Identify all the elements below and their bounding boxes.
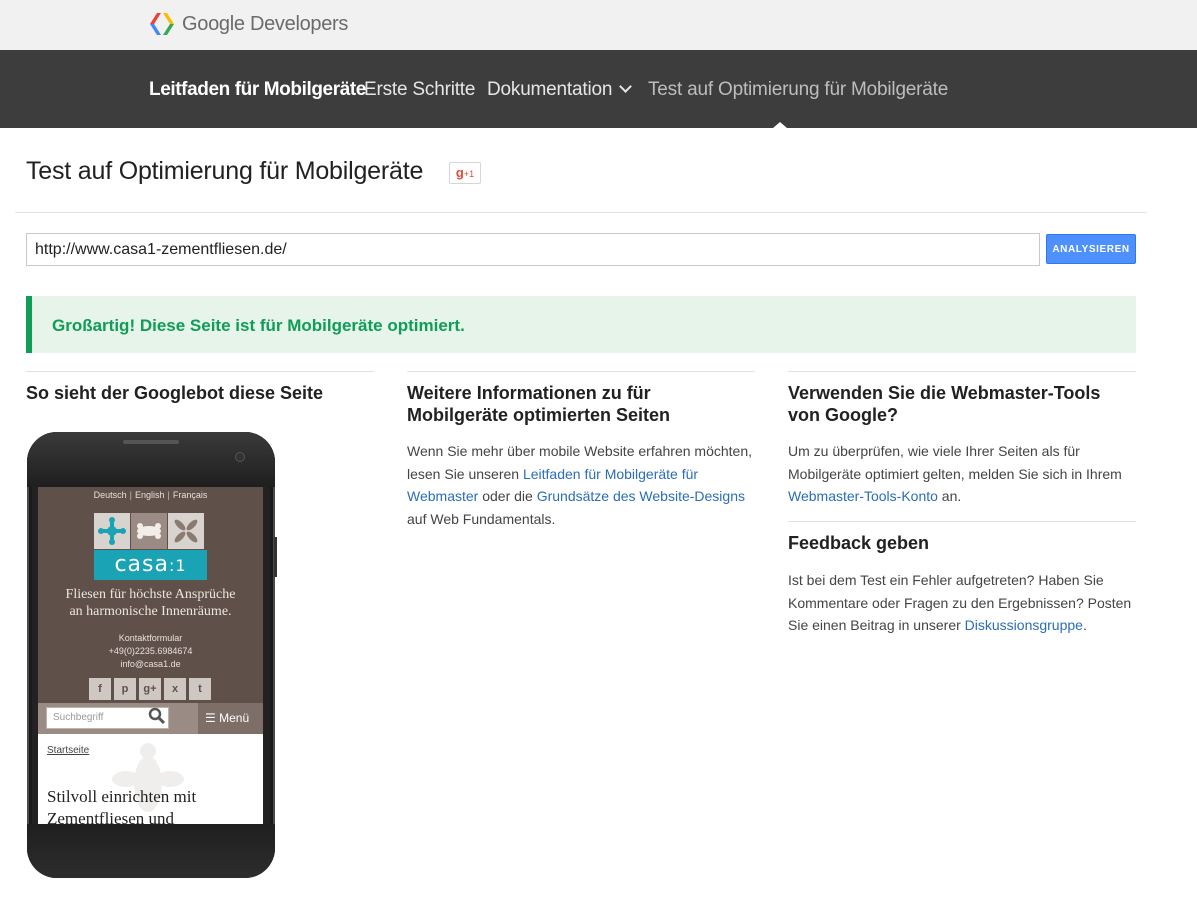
feedback-heading: Feedback geben [788, 533, 930, 553]
preview-headline-line-2: Zementfliesen und [47, 809, 174, 824]
info-text: oder die [478, 488, 537, 504]
googlebot-heading: So sieht der Googlebot diese Seite [26, 383, 324, 403]
gplus-icon: g [455, 165, 464, 180]
tagline-line-1: Fliesen für höchste Ansprüche [65, 587, 236, 602]
menu-label: Menü [219, 711, 250, 725]
contact-form-link: Kontaktformular [118, 633, 183, 643]
info-text: auf Web Fundamentals. [407, 510, 556, 527]
title-divider [15, 212, 1147, 213]
nav-item-dokumentation[interactable]: Dokumentation [487, 79, 633, 101]
breadcrumb: Startseite [47, 745, 90, 756]
webmaster-heading: Verwenden Sie die Webmaster-Tools von Go… [788, 383, 1101, 425]
preview-menu-button: ☰ Menü [198, 703, 263, 734]
gplus-count: +1 [463, 169, 475, 179]
gplus-button[interactable]: g+1 [449, 162, 481, 184]
twitter-icon: t [189, 678, 211, 700]
google-developers-logo[interactable]: Google Developers [148, 11, 348, 37]
preview-headline-line-1: Stilvoll einrichten mit [47, 787, 197, 806]
logo-text: Google Developers [182, 13, 349, 35]
brand-suffix: :1 [168, 556, 187, 575]
ornament-tile-icon [131, 513, 167, 549]
preview-search-bar: Suchbegriff ☰ Menü [38, 703, 263, 734]
contact-phone: +49(0)2235.6984674 [108, 646, 193, 656]
column-divider [788, 371, 1136, 372]
social-icons: f p g+ x t [89, 678, 214, 700]
nav-item-mobile-test[interactable]: Test auf Optimierung für Mobilgeräte [648, 79, 948, 101]
nav-item-erste-schritte[interactable]: Erste Schritte [364, 79, 475, 101]
lang-deutsch: Deutsch [93, 490, 127, 500]
webmaster-account-link[interactable]: Webmaster-Tools-Konto [788, 488, 938, 504]
column-divider [26, 371, 374, 372]
discussion-group-link[interactable]: Diskussionsgruppe [965, 617, 1083, 633]
language-switcher: Deutsch | English | Français [93, 490, 208, 500]
nav-item-dokumentation-label: Dokumentation [487, 79, 613, 100]
hamburger-icon: ☰ [205, 711, 216, 725]
tile-pattern-logo [94, 513, 207, 550]
phone-camera [235, 452, 245, 462]
feedback-paragraph: Ist bei dem Test ein Fehler aufgetreten?… [788, 569, 1133, 637]
feedback-text: . [1082, 617, 1087, 633]
analyze-button[interactable]: ANALYSIEREN [1046, 234, 1136, 264]
xing-icon: x [164, 678, 186, 700]
cross-tile-icon [94, 513, 130, 549]
lang-francais: Français [172, 490, 208, 500]
phone-preview: Deutsch | English | Français casa:1 Fliesen … [27, 432, 277, 878]
phone-side-button [274, 537, 277, 577]
page-title: Test auf Optimierung für Mobilgeräte [26, 157, 424, 185]
main-nav: Leitfaden für Mobilgeräte Erste Schritte… [0, 50, 1197, 128]
brand-name: casa [114, 552, 169, 577]
webmaster-text: Um zu überprüfen, wie viele Ihrer Seiten… [788, 443, 1122, 482]
casa1-logo: casa:1 [94, 550, 207, 580]
search-icon [148, 707, 166, 725]
webmaster-text: an. [937, 488, 962, 504]
info-heading: Weitere Informationen zu für Mobilgeräte… [407, 383, 671, 425]
design-principles-link[interactable]: Grundsätze des Website-Designs [537, 488, 745, 504]
chevron-down-icon [619, 80, 633, 93]
phone-speaker [123, 440, 179, 444]
tagline-line-2: an harmonische Innenräume. [69, 604, 232, 619]
phone-bottom [27, 824, 275, 878]
webmaster-paragraph: Um zu überprüfen, wie viele Ihrer Seiten… [788, 440, 1133, 508]
nav-brand-link[interactable]: Leitfaden für Mobilgeräte [149, 79, 366, 101]
info-paragraph: Wenn Sie mehr über mobile Website erfahr… [407, 440, 752, 530]
lang-english: English [134, 490, 165, 500]
result-banner: Großartig! Diese Seite ist für Mobilgerä… [26, 296, 1136, 353]
leaf-tile-icon [168, 513, 204, 549]
top-bar: Google Developers [0, 0, 1197, 50]
url-input[interactable] [26, 233, 1040, 266]
phone-screen: Deutsch | English | Français casa:1 Fliesen … [38, 487, 263, 824]
column-divider [407, 371, 755, 372]
facebook-icon: f [89, 678, 111, 700]
pinterest-icon: p [114, 678, 136, 700]
result-message: Großartig! Diese Seite ist für Mobilgerä… [52, 316, 465, 335]
active-nav-indicator [773, 122, 787, 128]
preview-content: Startseite Stilvoll einrichten mit Zemen… [38, 734, 263, 824]
section-divider [788, 521, 1136, 522]
developers-chevrons-icon [150, 13, 174, 35]
google-plus-icon: g+ [139, 678, 161, 700]
contact-email: info@casa1.de [120, 659, 181, 669]
